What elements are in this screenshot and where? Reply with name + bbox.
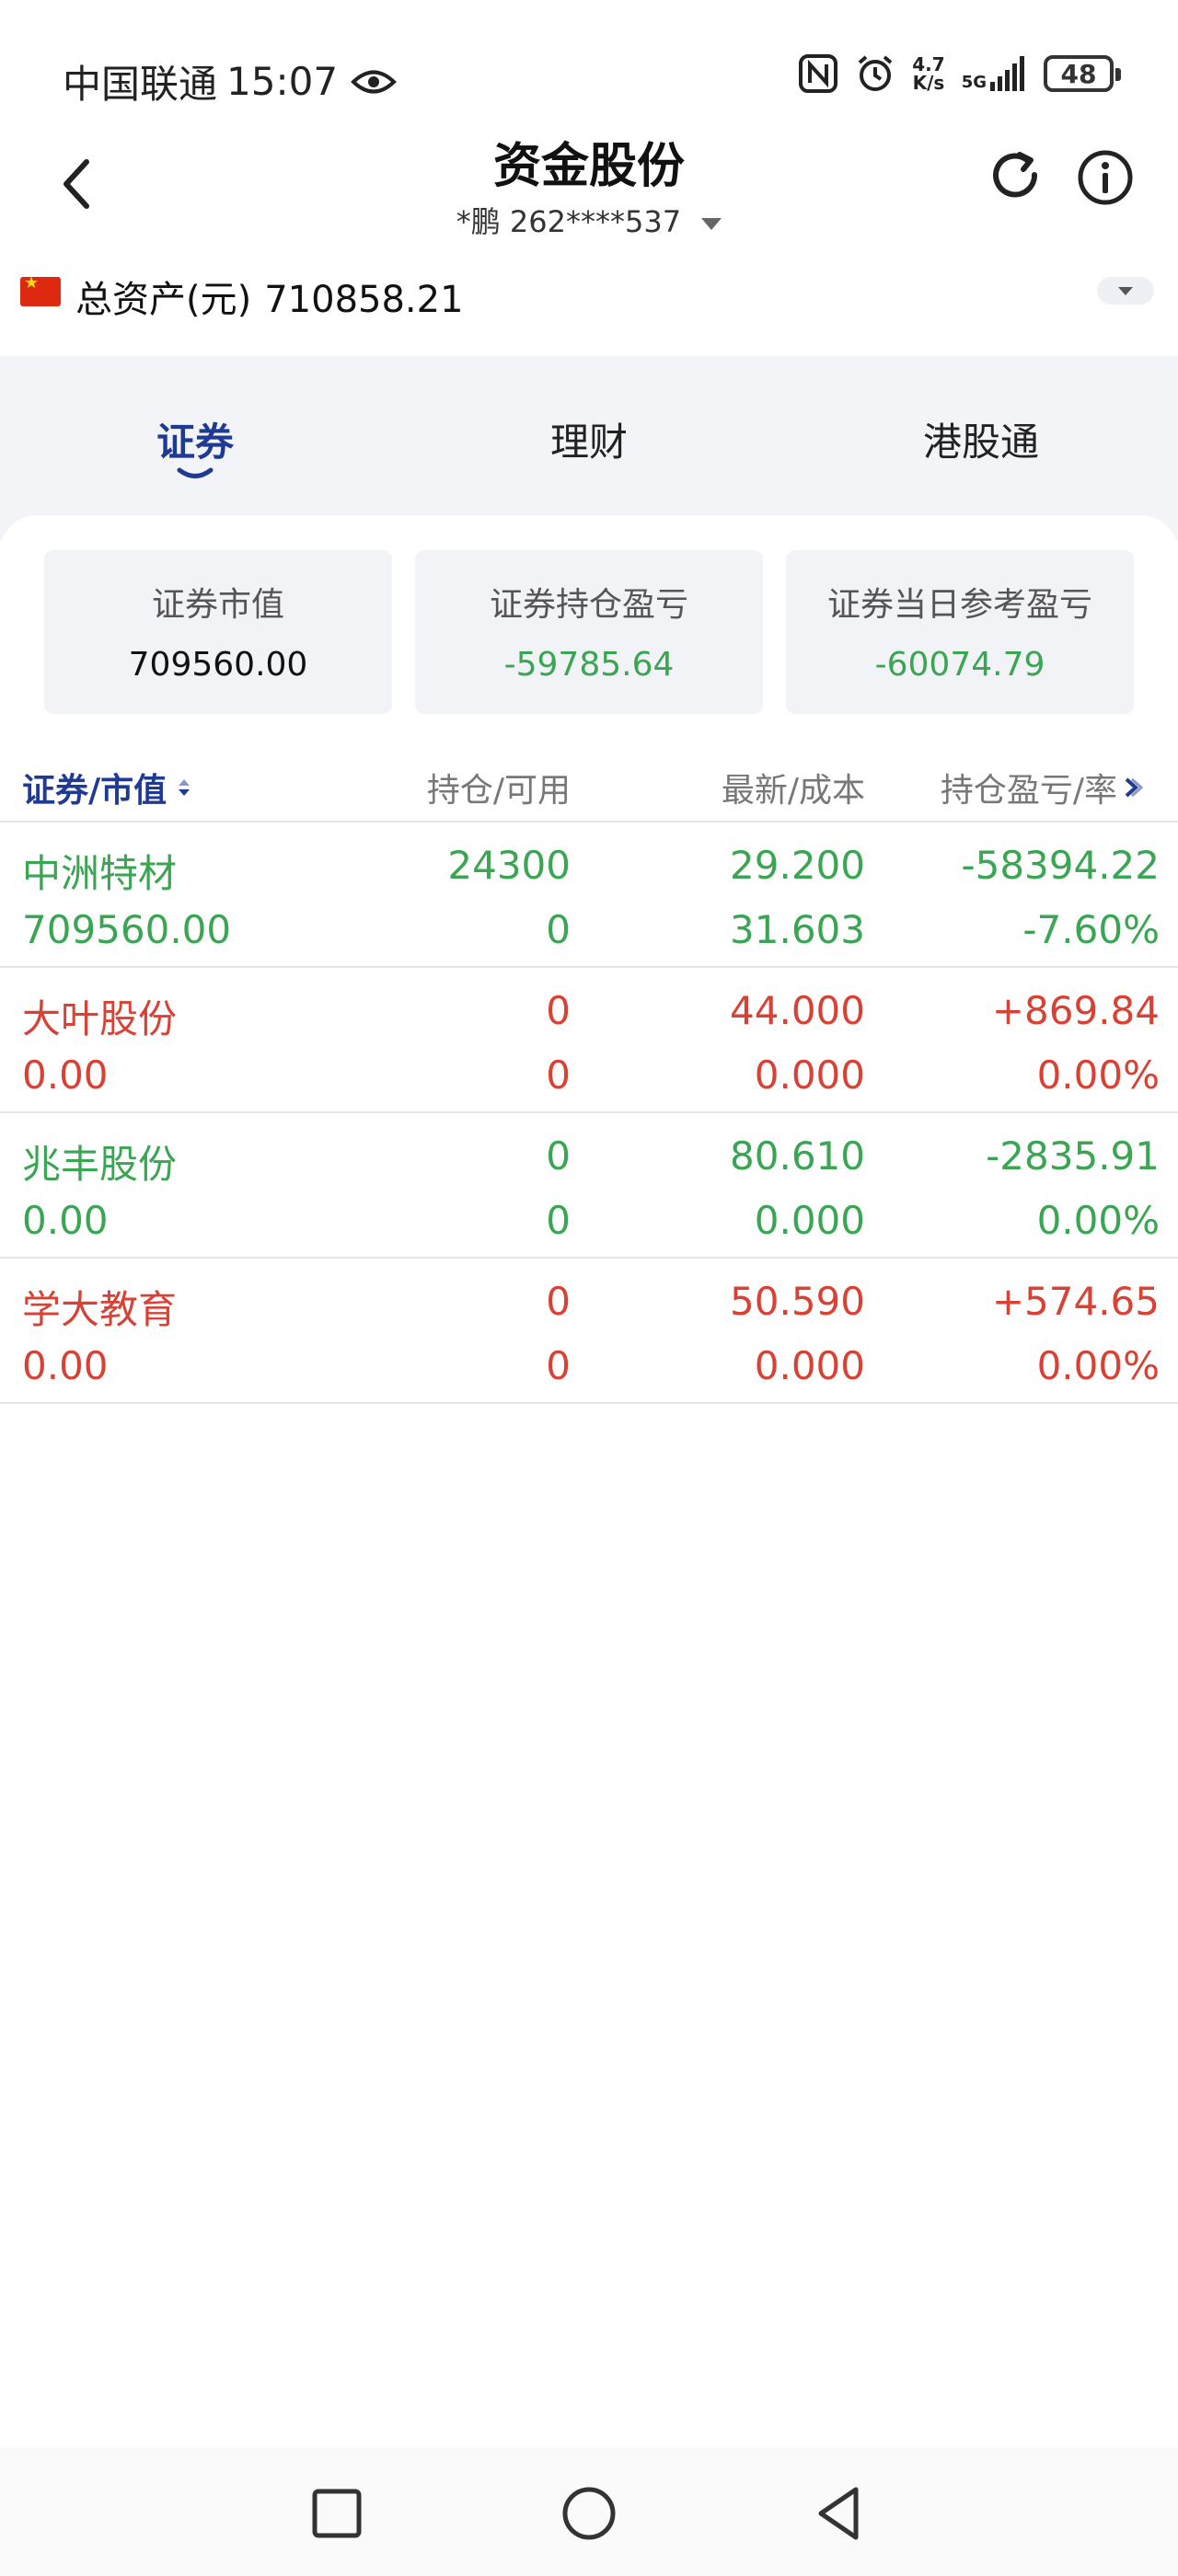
stock-position: 0 xyxy=(546,1133,571,1179)
caret-down-icon xyxy=(1118,286,1133,295)
header-position[interactable]: 持仓/可用 xyxy=(427,764,571,811)
network-type: 5G xyxy=(961,73,987,92)
stock-market-value: 709560.00 xyxy=(22,907,232,952)
summary-card-position-pl: 证券持仓盈亏 -59785.64 xyxy=(415,550,763,714)
home-button[interactable] xyxy=(560,2484,618,2543)
tab-bar: 证券 理财 港股通 xyxy=(0,356,1178,540)
tab-securities[interactable]: 证券 xyxy=(57,411,333,467)
total-assets-text: 总资产(元) 710858.21 xyxy=(75,270,464,323)
table-row[interactable]: 兆丰股份 0.00 0 0 80.610 0.000 -2835.91 0.00… xyxy=(0,1113,1178,1259)
stock-pl: +574.65 xyxy=(991,1279,1160,1324)
header-pl-rate[interactable]: 持仓盈亏/率 xyxy=(941,764,1143,811)
refresh-button[interactable] xyxy=(985,147,1047,210)
stock-market-value: 0.00 xyxy=(22,1198,109,1243)
stock-pl: +869.84 xyxy=(991,988,1160,1033)
summary-label: 证券持仓盈亏 xyxy=(489,586,688,624)
status-left: 中国联通 15:07 xyxy=(63,53,397,109)
info-button[interactable] xyxy=(1075,147,1136,208)
stock-position: 0 xyxy=(546,988,571,1033)
header: 资金股份 *鹏 262****537 xyxy=(0,120,1178,248)
stock-name: 学大教育 xyxy=(22,1287,178,1332)
summary-card-market-value: 证券市值 709560.00 xyxy=(44,550,392,714)
speed-value: 4.7 xyxy=(912,53,945,75)
stock-market-value: 0.00 xyxy=(22,1343,109,1388)
chevron-right-icon xyxy=(1125,777,1143,798)
stock-cost: 31.603 xyxy=(730,907,865,952)
tab-wealth-management[interactable]: 理财 xyxy=(451,411,727,467)
stock-pl: -2835.91 xyxy=(986,1133,1160,1179)
stock-position: 0 xyxy=(546,1279,571,1324)
refresh-icon xyxy=(993,152,1038,198)
recent-apps-button[interactable] xyxy=(307,2484,366,2543)
page: 中国联通 15:07 4.7 K/s 5G 48 资金股份 *鹏 262****… xyxy=(0,0,1178,2576)
stock-position: 24300 xyxy=(447,843,571,888)
total-assets-label: 总资产(元) xyxy=(75,279,252,321)
account-label: *鹏 262****537 xyxy=(456,204,682,239)
summary-value: -60074.79 xyxy=(874,646,1045,684)
active-tab-indicator xyxy=(177,467,214,478)
stock-market-value: 0.00 xyxy=(22,1052,109,1098)
summary-label: 证券市值 xyxy=(151,586,284,624)
china-flag-icon xyxy=(20,273,61,306)
carrier-name: 中国联通 xyxy=(63,62,218,107)
summary-value: 709560.00 xyxy=(128,646,308,684)
header-security-sort[interactable]: 证券/市值 xyxy=(22,764,192,811)
eye-icon xyxy=(351,70,397,93)
stock-pl-rate: 0.00% xyxy=(1036,1343,1160,1388)
stock-pl-rate: 0.00% xyxy=(1036,1198,1160,1243)
summary-value: -59785.64 xyxy=(503,646,675,684)
stock-latest-price: 44.000 xyxy=(730,988,865,1033)
table-row[interactable]: 中洲特材 709560.00 24300 0 29.200 31.603 -58… xyxy=(0,822,1178,968)
stock-cost: 0.000 xyxy=(754,1343,865,1388)
stock-latest-price: 80.610 xyxy=(730,1133,865,1179)
signal-group: 5G xyxy=(962,56,1027,91)
table-header: 证券/市值 持仓/可用 最新/成本 持仓盈亏/率 xyxy=(0,747,1178,822)
table-row[interactable]: 学大教育 0.00 0 0 50.590 0.000 +574.65 0.00% xyxy=(0,1259,1178,1404)
header-latest-cost[interactable]: 最新/成本 xyxy=(722,764,865,811)
header-label: 证券/市值 xyxy=(22,772,167,810)
signal-icon xyxy=(990,56,1024,91)
table-row[interactable]: 大叶股份 0.00 0 0 44.000 0.000 +869.84 0.00% xyxy=(0,968,1178,1113)
header-label: 持仓盈亏/率 xyxy=(940,772,1117,810)
stock-pl-rate: 0.00% xyxy=(1036,1052,1160,1098)
stock-available: 0 xyxy=(546,1052,571,1098)
caret-down-icon xyxy=(701,217,722,230)
battery-level: 48 xyxy=(1060,58,1097,89)
status-time: 15:07 xyxy=(226,59,339,104)
nfc-icon xyxy=(799,54,838,93)
system-nav-bar xyxy=(0,2447,1178,2576)
info-icon xyxy=(1078,150,1133,205)
stock-pl: -58394.22 xyxy=(961,843,1160,888)
holdings-table: 证券/市值 持仓/可用 最新/成本 持仓盈亏/率 中洲特材 709560.00 … xyxy=(0,747,1178,1404)
stock-latest-price: 50.590 xyxy=(730,1279,865,1324)
total-assets: 总资产(元) 710858.21 xyxy=(0,262,1178,354)
battery-icon: 48 xyxy=(1044,55,1121,92)
summary-card-daily-pl: 证券当日参考盈亏 -60074.79 xyxy=(786,550,1134,714)
speed-unit: K/s xyxy=(912,72,945,94)
total-assets-value: 710858.21 xyxy=(264,279,464,321)
back-nav-button[interactable] xyxy=(810,2484,869,2543)
assets-expand-button[interactable] xyxy=(1097,277,1154,305)
stock-available: 0 xyxy=(546,907,571,952)
stock-pl-rate: -7.60% xyxy=(1022,907,1160,952)
tab-hk-connect[interactable]: 港股通 xyxy=(843,411,1119,467)
stock-available: 0 xyxy=(546,1343,571,1388)
status-bar: 中国联通 15:07 4.7 K/s 5G 48 xyxy=(0,0,1178,138)
stock-name: 兆丰股份 xyxy=(22,1142,178,1187)
net-speed: 4.7 K/s xyxy=(912,55,944,92)
stock-name: 大叶股份 xyxy=(22,996,178,1041)
stock-cost: 0.000 xyxy=(754,1198,865,1243)
stock-cost: 0.000 xyxy=(754,1052,865,1098)
stock-name: 中洲特材 xyxy=(22,851,178,896)
status-right: 4.7 K/s 5G 48 xyxy=(798,53,1121,94)
alarm-icon xyxy=(858,55,893,91)
sort-icon xyxy=(179,779,191,796)
stock-available: 0 xyxy=(546,1198,571,1243)
summary-label: 证券当日参考盈亏 xyxy=(826,586,1092,624)
summary-panel: 证券市值 709560.00 证券持仓盈亏 -59785.64 证券当日参考盈亏… xyxy=(0,515,1178,736)
stock-latest-price: 29.200 xyxy=(730,843,865,888)
